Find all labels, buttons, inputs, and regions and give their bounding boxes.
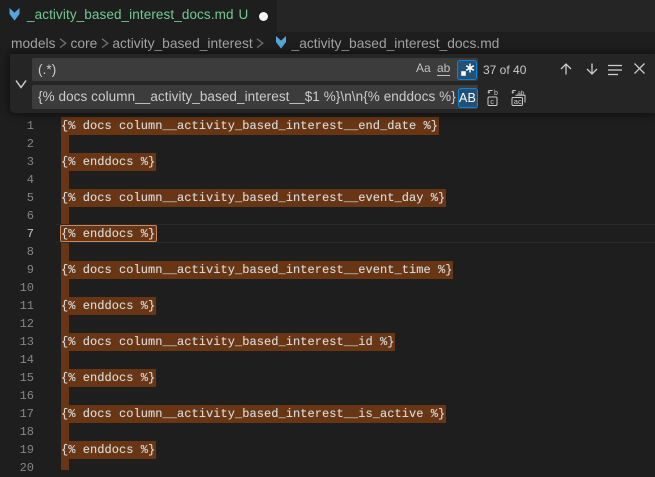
svg-text:ac: ac	[513, 97, 521, 106]
svg-text:b: b	[494, 90, 498, 97]
svg-text:c: c	[490, 97, 494, 106]
svg-text:ab: ab	[517, 89, 525, 96]
